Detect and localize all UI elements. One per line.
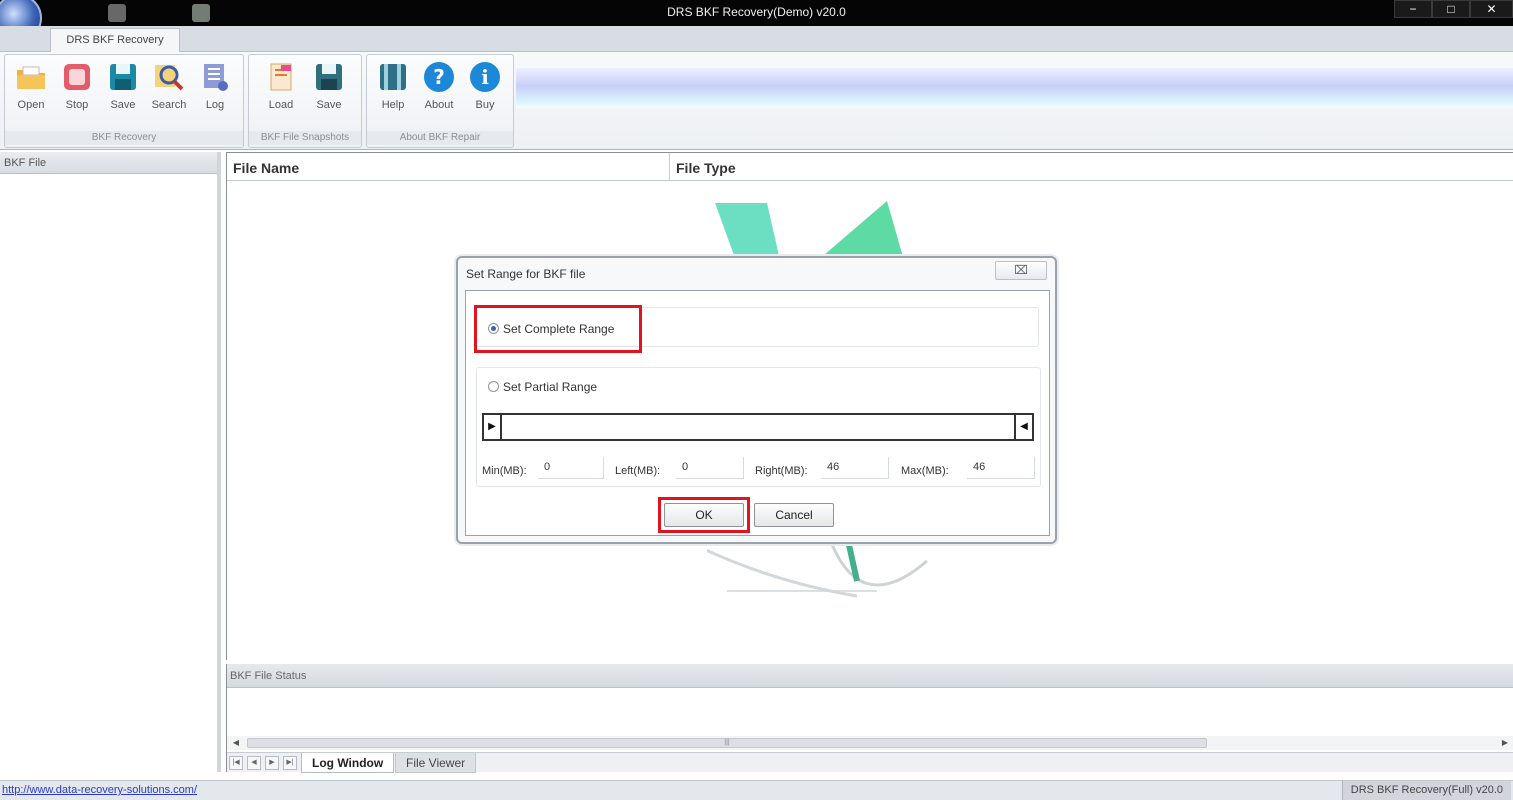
group-label: About BKF Repair	[367, 131, 513, 145]
partial-range-radio[interactable]: Set Partial Range	[488, 380, 597, 394]
tab-file-viewer[interactable]: File Viewer	[395, 753, 477, 773]
right-handle-icon[interactable]: ◀	[1014, 415, 1032, 439]
app-window: DRS BKF Recovery(Demo) v20.0 − □ ✕ DRS B…	[0, 0, 1513, 800]
group-label: BKF Recovery	[5, 131, 243, 145]
panel-header: BKF File	[0, 152, 217, 174]
help-label: Help	[381, 99, 405, 111]
left-label: Left(MB):	[615, 465, 661, 477]
bkf-file-tree-panel[interactable]: BKF File	[0, 152, 221, 772]
set-range-dialog: Set Range for BKF file ⌧ Set Complete Ra…	[456, 256, 1057, 544]
left-handle-icon[interactable]: ▶	[484, 415, 502, 439]
version-label: DRS BKF Recovery(Full) v20.0	[1341, 781, 1511, 800]
load-icon	[270, 63, 292, 91]
group-label: BKF File Snapshots	[249, 131, 361, 145]
stop-icon	[64, 64, 90, 90]
horizontal-scrollbar[interactable]: ◀ ||| ▶	[227, 736, 1513, 750]
partial-range-label: Set Partial Range	[503, 380, 598, 394]
search-label: Search	[151, 99, 187, 111]
stop-button[interactable]: Stop	[55, 59, 99, 115]
svg-text:?: ?	[433, 65, 445, 89]
highlight-box	[658, 497, 750, 533]
group-about-bkf-repair: Help ? About i Buy About BKF Repair	[366, 54, 514, 148]
question-icon: ?	[424, 62, 454, 92]
dialog-title: Set Range for BKF file	[466, 267, 586, 281]
help-button[interactable]: Help	[371, 59, 415, 115]
buy-label: Buy	[475, 99, 495, 111]
snapshot-save-button[interactable]: Save	[307, 59, 351, 115]
save-label: Save	[110, 99, 136, 111]
floppy-save-icon	[316, 64, 342, 90]
bkf-file-status-panel: BKF File Status ◀ ||| ▶ |◀ ◀ ▶ ▶| Log Wi…	[226, 664, 1513, 773]
right-field[interactable]: 46	[821, 457, 889, 479]
svg-text:i: i	[481, 65, 489, 89]
first-tab-icon[interactable]: |◀	[229, 756, 243, 770]
max-label: Max(MB):	[901, 465, 949, 477]
column-header-file-name[interactable]: File Name	[227, 153, 670, 181]
log-button[interactable]: Log	[193, 59, 237, 115]
close-window-button[interactable]: ✕	[1470, 0, 1513, 18]
next-tab-icon[interactable]: ▶	[265, 756, 279, 770]
open-label: Open	[17, 99, 45, 111]
radio-unchecked-icon	[488, 381, 499, 392]
scroll-right-icon[interactable]: ▶	[1498, 736, 1512, 750]
floppy-save-icon	[110, 64, 136, 90]
dialog-close-button[interactable]: ⌧	[995, 261, 1047, 280]
about-button[interactable]: ? About	[417, 59, 461, 115]
folder-icon	[17, 66, 45, 89]
right-label: Right(MB):	[755, 465, 808, 477]
ribbon-decoration	[516, 68, 1513, 108]
prev-tab-icon[interactable]: ◀	[247, 756, 261, 770]
title-bar: DRS BKF Recovery(Demo) v20.0 − □ ✕	[0, 0, 1513, 42]
scroll-left-icon[interactable]: ◀	[229, 736, 243, 750]
load-button[interactable]: Load	[259, 59, 303, 115]
ribbon-tab-bar: DRS BKF Recovery	[0, 26, 1513, 52]
save-button[interactable]: Save	[101, 59, 145, 115]
highlight-box	[474, 305, 642, 353]
log-tabs: |◀ ◀ ▶ ▶| Log Window File Viewer	[227, 752, 1513, 773]
group-bkf-file-snapshots: Load Save BKF File Snapshots	[248, 54, 362, 148]
help-book-icon	[380, 64, 406, 90]
open-button[interactable]: Open	[9, 59, 53, 115]
search-button[interactable]: Search	[147, 59, 191, 115]
stop-label: Stop	[65, 99, 89, 111]
range-slider[interactable]: ▶ ◀	[482, 413, 1034, 441]
column-header-file-type[interactable]: File Type	[670, 153, 1513, 181]
status-bar: http://www.data-recovery-solutions.com/ …	[0, 780, 1513, 800]
maximize-button[interactable]: □	[1432, 0, 1470, 18]
about-label: About	[424, 99, 454, 111]
buy-button[interactable]: i Buy	[463, 59, 507, 115]
cancel-button[interactable]: Cancel	[754, 503, 834, 527]
load-label: Load	[268, 99, 294, 111]
status-panel-header: BKF File Status	[227, 664, 1513, 688]
last-tab-icon[interactable]: ▶|	[283, 756, 297, 770]
tab-drs-bkf-recovery[interactable]: DRS BKF Recovery	[50, 28, 180, 52]
window-title: DRS BKF Recovery(Demo) v20.0	[667, 5, 846, 19]
snapshot-save-label: Save	[316, 99, 342, 111]
group-bkf-recovery: Open Stop Save Search Log BKF Recovery	[4, 54, 244, 148]
tab-log-window[interactable]: Log Window	[301, 753, 395, 773]
dialog-body: Set Complete Range Set Partial Range ▶ ◀…	[465, 290, 1050, 536]
left-field[interactable]: 0	[676, 457, 744, 479]
website-link[interactable]: http://www.data-recovery-solutions.com/	[2, 784, 197, 796]
scroll-thumb[interactable]: |||	[247, 738, 1207, 748]
log-icon	[204, 64, 228, 91]
min-label: Min(MB):	[482, 465, 527, 477]
log-label: Log	[205, 99, 225, 111]
ribbon: Open Stop Save Search Log BKF Recovery L…	[0, 52, 1513, 150]
search-icon	[155, 65, 184, 91]
info-icon: i	[470, 62, 500, 92]
min-field[interactable]: 0	[538, 457, 604, 479]
max-field[interactable]: 46	[967, 457, 1035, 479]
minimize-button[interactable]: −	[1394, 0, 1432, 18]
